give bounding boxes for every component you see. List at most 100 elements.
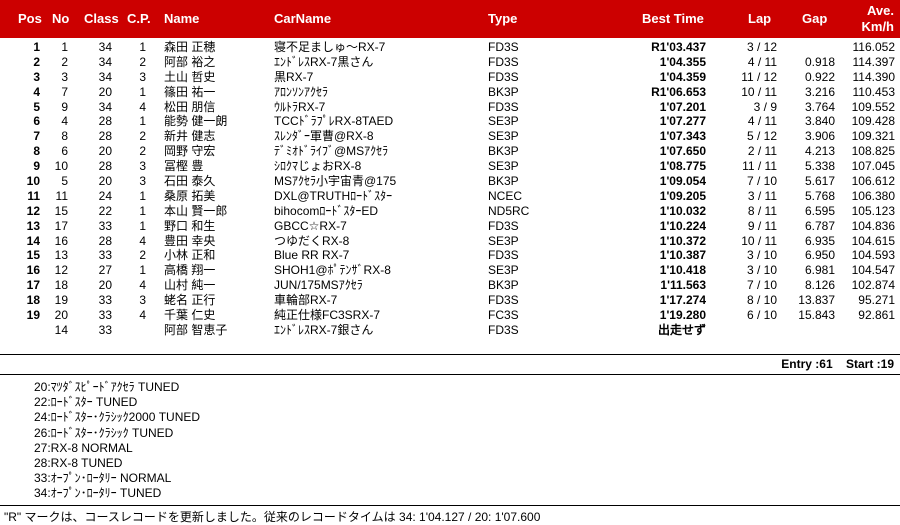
table-row: 9 10 28 3 冨樫 豊 ｼﾛｸﾏじょおRX-8 SE3P 1'08.775 11 / 11… (0, 159, 900, 174)
cell-lap: 7 / 10 (746, 174, 777, 189)
cell-ave: 106.612 (851, 174, 895, 189)
cell-best: 1'10.224 (659, 218, 706, 233)
cell-ave: 104.836 (851, 218, 895, 233)
cell-gap: 3.764 (804, 99, 835, 114)
cell-no: 8 (61, 129, 68, 144)
cell-cp: 1 (139, 40, 146, 54)
cell-car: GBCC☆RX-7 (274, 218, 347, 233)
cell-car: ｼﾛｸﾏじょおRX-8 (274, 159, 362, 174)
cell-no: 12 (54, 263, 68, 278)
cell-type: BK3P (488, 174, 519, 189)
table-row: 6 4 28 1 能勢 健一朗 TCCﾄﾞﾗﾌﾟﾚRX-8TAED SE3P 1'07.277… (0, 114, 900, 129)
cell-gap: 3.216 (804, 84, 835, 99)
cell-type: FD3S (488, 322, 519, 337)
cell-gap: 4.213 (804, 144, 835, 159)
cell-gap: 3.906 (804, 129, 835, 144)
cell-pos: 13 (26, 218, 40, 233)
cell-no: 3 (61, 69, 68, 84)
header-ave-label: Ave. (867, 3, 894, 18)
table-row: 13 17 33 1 野口 和生 GBCC☆RX-7 FD3S 1'10.224 9 / 11 6… (0, 219, 900, 234)
cell-name: 千葉 仁史 (164, 308, 216, 323)
legend-item: 34:ｵｰﾌﾟﾝ･ﾛｰﾀﾘｰ TUNED (34, 486, 162, 501)
cell-pos: 17 (26, 278, 40, 293)
cell-ave: 109.428 (851, 114, 895, 129)
cell-class: 33 (98, 218, 112, 233)
cell-class: 33 (98, 308, 112, 323)
cell-pos: 4 (33, 84, 40, 99)
cell-car: 車輪部RX-7 (274, 293, 338, 308)
cell-no: 14 (54, 322, 68, 337)
cell-name: 蛯名 正行 (164, 293, 216, 308)
legend-item: 27:RX-8 NORMAL (34, 440, 133, 455)
cell-class: 22 (98, 203, 112, 218)
cell-car: ｴﾝﾄﾞﾚｽRX-7黒さん (274, 54, 374, 69)
cell-no: 15 (54, 203, 68, 218)
class-legend: 20:ﾏﾂﾀﾞｽﾋﾟｰﾄﾞｱｸｾﾗ TUNED 22:ﾛｰﾄﾞｽﾀｰ TUNED 2… (34, 380, 200, 502)
cell-class: 33 (98, 293, 112, 308)
cell-cp: 3 (139, 174, 146, 189)
summary-divider (0, 374, 900, 375)
header-name: Name (164, 11, 200, 26)
cell-pos: 1 (33, 40, 40, 54)
table-row: 7 8 28 2 新井 健志 ｽﾚﾝﾀﾞｰ軍曹@RX-8 SE3P 1'07.343 5 / 1… (0, 129, 900, 144)
cell-car: ｽﾚﾝﾀﾞｰ軍曹@RX-8 (274, 129, 374, 144)
cell-class: 20 (98, 278, 112, 293)
cell-cp: 2 (139, 248, 146, 263)
cell-name: 松田 朋信 (164, 99, 216, 114)
cell-no: 2 (61, 54, 68, 69)
legend-item: 22:ﾛｰﾄﾞｽﾀｰ TUNED (34, 395, 138, 410)
cell-type: FD3S (488, 40, 519, 54)
cell-cp: 1 (139, 188, 146, 203)
cell-type: BK3P (488, 278, 519, 293)
cell-class: 28 (98, 233, 112, 248)
cell-name: 阿部 裕之 (164, 54, 216, 69)
cell-class: 33 (98, 322, 112, 337)
cell-best: R1'06.653 (651, 84, 706, 99)
cell-no: 1 (61, 40, 68, 54)
table-row: 14 16 28 4 豊田 幸央 つゆだくRX-8 SE3P 1'10.372 10 / 11 6… (0, 234, 900, 249)
header-lap: Lap (748, 11, 772, 26)
header-type: Type (488, 11, 518, 26)
cell-class: 20 (98, 84, 112, 99)
cell-cp: 4 (139, 278, 146, 293)
cell-cp: 4 (139, 308, 146, 323)
cell-pos: 8 (33, 144, 40, 159)
cell-ave: 107.045 (851, 159, 895, 174)
cell-type: SE3P (488, 263, 519, 278)
cell-ave: 114.390 (852, 69, 896, 84)
cell-name: 小林 正和 (164, 248, 216, 263)
cell-type: SE3P (488, 114, 519, 129)
header-carname: CarName (274, 11, 332, 26)
header-kmh-label: Km/h (861, 19, 895, 34)
cell-class: 33 (98, 248, 112, 263)
cell-lap: 3 / 11 (747, 188, 777, 203)
cell-best: 1'07.201 (659, 99, 706, 114)
table-row: 4 7 20 1 篠田 祐一 ｱﾛﾝｿﾝｱｸｾﾗ BK3P R1'06.653 10 / 11 3… (0, 85, 900, 100)
cell-name: 阿部 智恵子 (164, 322, 228, 337)
cell-no: 11 (55, 188, 68, 203)
cell-lap: 10 / 11 (741, 84, 777, 99)
cell-pos: 3 (33, 69, 40, 84)
table-row: 1 1 34 1 森田 正穂 寝不足ましゅ～RX-7 FD3S R1'03.437 3 / 12… (0, 40, 900, 55)
cell-cp: 1 (139, 203, 146, 218)
legend-item: 26:ﾛｰﾄﾞｽﾀｰ･ｸﾗｼｯｸ TUNED (34, 425, 174, 440)
entry-start-summary: Entry :61 Start :19 (771, 357, 894, 371)
cell-best: 1'04.355 (659, 54, 706, 69)
cell-lap: 6 / 10 (746, 308, 777, 323)
cell-name: 能勢 健一朗 (164, 114, 228, 129)
cell-lap: 9 / 11 (747, 218, 777, 233)
cell-car: 黒RX-7 (274, 69, 314, 84)
cell-car: MSｱｸｾﾗ小宇宙青@175 (274, 174, 397, 189)
cell-gap: 6.595 (804, 203, 835, 218)
cell-name: 野口 和生 (164, 218, 216, 233)
cell-best: 1'10.372 (659, 233, 706, 248)
cell-cp: 3 (139, 69, 146, 84)
cell-car: JUN/175MSｱｸｾﾗ (274, 278, 363, 293)
cell-car: TCCﾄﾞﾗﾌﾟﾚRX-8TAED (274, 114, 394, 129)
table-row: 10 5 20 3 石田 泰久 MSｱｸｾﾗ小宇宙青@175 BK3P 1'09.054 7 /… (0, 174, 900, 189)
cell-name: 森田 正穂 (164, 40, 216, 54)
header-best-time: Best Time (642, 11, 704, 26)
cell-ave: 116.052 (852, 40, 896, 54)
cell-ave: 104.547 (851, 263, 895, 278)
cell-car: つゆだくRX-8 (274, 233, 350, 248)
